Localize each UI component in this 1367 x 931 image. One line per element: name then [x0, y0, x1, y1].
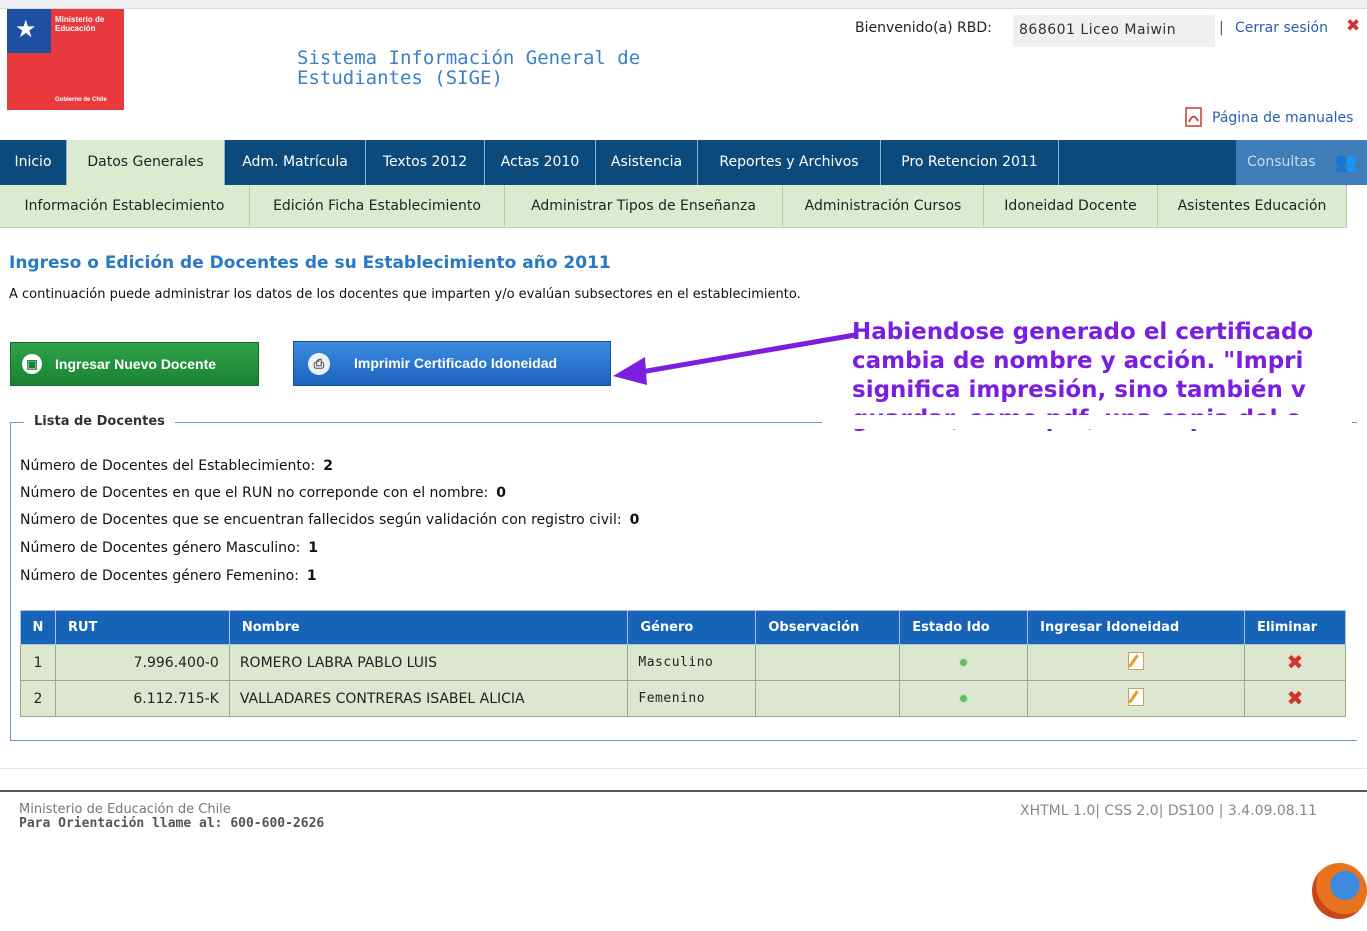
row-nombre: ROMERO LABRA PABLO LUIS [228, 644, 629, 681]
logo-bottom-text: Gobierno de Chile [55, 97, 107, 103]
edit-pencil-icon[interactable] [1128, 651, 1145, 670]
footer-version: XHTML 1.0| CSS 2.0| DS100 | 3.4.09.08.11 [1020, 803, 1317, 819]
manuals-link[interactable]: Página de manuales [1212, 110, 1353, 126]
welcome-text: Bienvenido(a) RBD: [855, 20, 992, 36]
stat-female: Número de Docentes género Femenino: 1 [20, 568, 317, 584]
new-teacher-button[interactable]: ▣ Ingresar Nuevo Docente [10, 342, 259, 386]
col-nombre[interactable]: Nombre [228, 610, 629, 645]
chile-crest-icon: ★ [15, 15, 37, 43]
col-eliminar[interactable]: Eliminar [1243, 610, 1347, 645]
status-dot-icon [959, 657, 969, 667]
rbd-value: 868601 Liceo Maiwin [1019, 22, 1177, 38]
system-title: Sistema Información General de Estudiant… [297, 47, 641, 89]
row-observacion [755, 644, 901, 681]
print-certificate-label: Imprimir Certificado Idoneidad [354, 355, 558, 371]
pdf-icon[interactable] [1185, 107, 1203, 127]
close-x-icon[interactable]: ✖ [1346, 16, 1360, 36]
nav-actas-2010[interactable]: Actas 2010 [485, 140, 596, 185]
footer-divider-light [0, 768, 1367, 769]
nav-inicio[interactable]: Inicio [0, 140, 67, 185]
subnav-edicion-ficha[interactable]: Edición Ficha Establecimiento [250, 185, 505, 227]
print-certificate-button[interactable]: ⎙ Imprimir Certificado Idoneidad [293, 341, 611, 386]
row-observacion [755, 680, 901, 717]
row-number: 1 [20, 644, 56, 681]
nav-pro-retencion[interactable]: Pro Retencion 2011 [881, 140, 1059, 185]
col-rut[interactable]: RUT [54, 610, 230, 645]
row-rut: 6.112.715-K [54, 680, 230, 717]
annotation-arrow [613, 332, 858, 385]
new-teacher-label: Ingresar Nuevo Docente [55, 356, 217, 372]
nav-textos-2012[interactable]: Textos 2012 [366, 140, 485, 185]
page-title: Ingreso o Edición de Docentes de su Esta… [9, 253, 611, 273]
table-row: 1 7.996.400-0 ROMERO LABRA PABLO LUIS Ma… [20, 644, 1347, 681]
people-icon: 👥 [1335, 152, 1358, 173]
firefox-icon [1312, 863, 1367, 919]
row-number: 2 [20, 680, 56, 717]
table-row: 2 6.112.715-K VALLADARES CONTRERAS ISABE… [20, 680, 1347, 717]
subnav-asistentes[interactable]: Asistentes Educación [1158, 185, 1347, 227]
stat-male: Número de Docentes género Masculino: 1 [20, 540, 319, 556]
ministry-logo: ★ Ministerio de Educación Gobierno de Chi… [7, 9, 124, 110]
row-genero: Femenino [627, 680, 757, 717]
footer-org: Ministerio de Educación de Chile [19, 802, 231, 817]
stat-deceased: Número de Docentes que se encuentran fal… [20, 512, 640, 528]
nav-datos-generales[interactable]: Datos Generales [67, 140, 225, 185]
nav-reportes[interactable]: Reportes y Archivos [698, 140, 881, 185]
subnav-informacion[interactable]: Información Establecimiento [0, 185, 250, 227]
printer-icon: ⎙ [308, 353, 330, 375]
stat-run-mismatch: Número de Docentes en que el RUN no corr… [20, 485, 507, 501]
delete-x-icon[interactable]: ✖ [1287, 650, 1304, 674]
row-rut: 7.996.400-0 [54, 644, 230, 681]
nav-adm-matricula[interactable]: Adm. Matrícula [225, 140, 366, 185]
top-strip [0, 0, 1367, 9]
row-nombre: VALLADARES CONTRERAS ISABEL ALICIA [228, 680, 629, 717]
subnav-tipos-ensenanza[interactable]: Administrar Tipos de Enseñanza [505, 185, 783, 227]
stat-total: Número de Docentes del Establecimiento: 2 [20, 458, 333, 474]
header-separator: | [1219, 20, 1224, 36]
save-disk-icon: ▣ [22, 354, 42, 374]
col-observacion[interactable]: Observación [755, 610, 901, 645]
logo-text: Ministerio de Educación [55, 15, 105, 33]
col-ingresar-idoneidad[interactable]: Ingresar Idoneidad [1027, 610, 1245, 645]
col-genero[interactable]: Género [627, 610, 757, 645]
subnav-idoneidad[interactable]: Idoneidad Docente [984, 185, 1158, 227]
subnav-cursos[interactable]: Administración Cursos [783, 185, 984, 227]
nav-asistencia[interactable]: Asistencia [596, 140, 698, 185]
footer-divider [0, 790, 1367, 792]
col-n[interactable]: N [20, 610, 56, 645]
edit-pencil-icon[interactable] [1128, 687, 1145, 706]
delete-x-icon[interactable]: ✖ [1287, 686, 1304, 710]
status-dot-icon [959, 693, 969, 703]
col-estado-ido[interactable]: Estado Ido [899, 610, 1029, 645]
main-nav: Inicio Datos Generales Adm. Matrícula Te… [0, 140, 1367, 185]
page-description: A continuación puede administrar los dat… [9, 287, 801, 302]
teacher-table: N RUT Nombre Género Observación Estado I… [20, 610, 1347, 717]
row-genero: Masculino [627, 644, 757, 681]
teacher-list-legend: Lista de Docentes [24, 414, 175, 429]
table-header: N RUT Nombre Género Observación Estado I… [20, 610, 1347, 645]
logout-link[interactable]: Cerrar sesión [1235, 20, 1328, 36]
sub-nav: Información Establecimiento Edición Fich… [0, 185, 1347, 228]
footer-phone: Para Orientación llame al: 600-600-2626 [19, 816, 325, 831]
